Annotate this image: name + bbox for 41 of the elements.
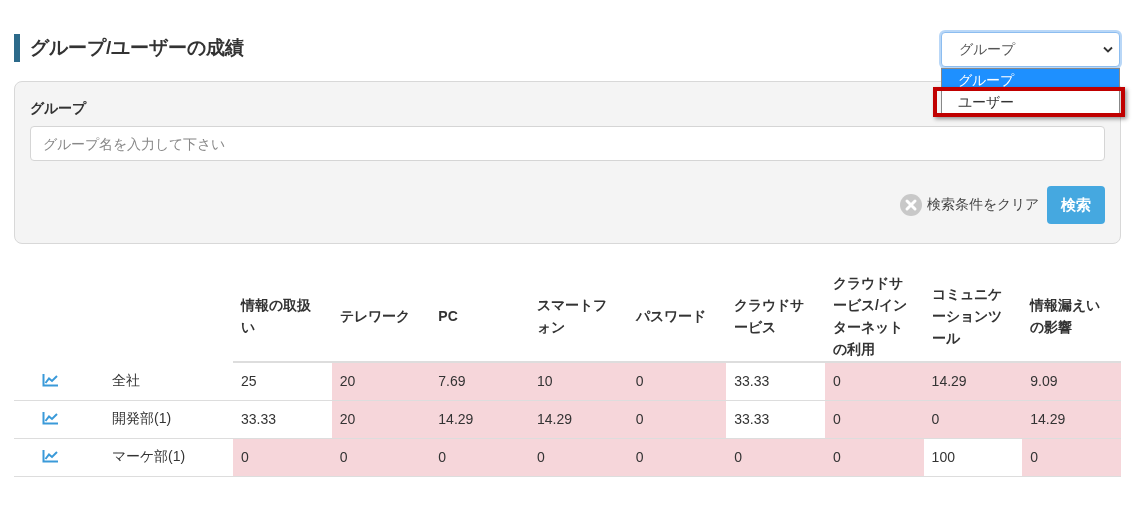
- clear-icon: [900, 194, 922, 216]
- score-cell: 20: [331, 400, 431, 438]
- score-cell: 0: [331, 438, 431, 476]
- column-header: 情報の取扱い: [233, 270, 332, 362]
- caret-icon: [1103, 46, 1113, 53]
- score-cell: 0: [627, 400, 727, 438]
- score-cell: 0: [824, 362, 924, 400]
- score-cell: 0: [1022, 438, 1121, 476]
- score-cell: 14.29: [430, 400, 529, 438]
- score-cell: 9.09: [1022, 362, 1121, 400]
- score-cell: 14.29: [1022, 400, 1121, 438]
- page-title: グループ/ユーザーの成績: [14, 34, 245, 62]
- column-header: クラウドサービス: [726, 270, 825, 362]
- score-cell: 0: [824, 400, 924, 438]
- chart-icon[interactable]: [41, 449, 59, 463]
- group-name-field[interactable]: グループ名を入力して下さい: [30, 126, 1105, 161]
- score-cell: 20: [331, 362, 431, 400]
- score-cell: 0: [824, 438, 924, 476]
- clear-link[interactable]: 検索条件をクリア: [900, 194, 1039, 216]
- score-cell: 33.33: [726, 400, 825, 438]
- score-cell: 0: [923, 400, 1023, 438]
- score-cell: 33.33: [726, 362, 825, 400]
- score-cell: 0: [627, 362, 727, 400]
- group-name: 全社: [86, 362, 233, 400]
- score-cell: 10: [528, 362, 628, 400]
- chart-icon[interactable]: [41, 372, 59, 387]
- score-cell: 0: [430, 438, 529, 476]
- score-cell: 0: [726, 438, 825, 476]
- score-cell: 0: [627, 438, 727, 476]
- mode-dropdown[interactable]: グループ: [941, 32, 1120, 67]
- group-name: 開発部(1): [86, 400, 233, 438]
- score-cell: 0: [528, 438, 628, 476]
- score-cell: 7.69: [430, 362, 529, 400]
- score-cell: 0: [233, 438, 332, 476]
- score-cell: 33.33: [233, 400, 332, 438]
- score-cell: 25: [233, 362, 332, 400]
- dropdown-option[interactable]: ユーザー: [942, 91, 1121, 113]
- chart-icon[interactable]: [41, 411, 59, 425]
- score-cell: 14.29: [528, 400, 628, 438]
- field-label: グループ: [30, 100, 86, 118]
- score-cell: 14.29: [923, 362, 1023, 400]
